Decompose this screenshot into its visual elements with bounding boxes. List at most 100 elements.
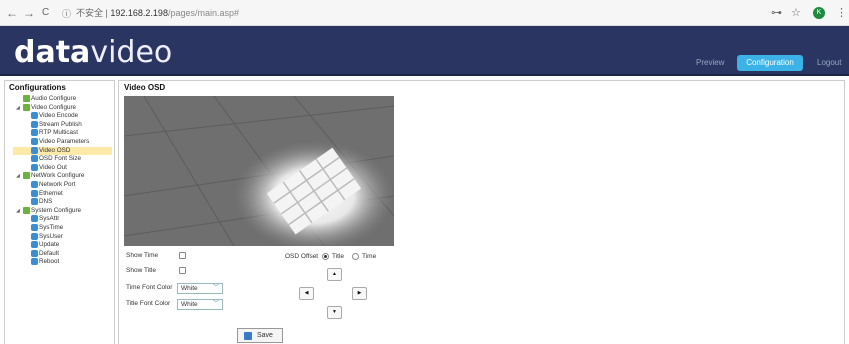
time-font-color-select[interactable]: White ﹀ (177, 283, 223, 294)
sidebar-item-reboot[interactable]: Reboot (31, 258, 59, 266)
sidebar-item-label: SysAttr (39, 215, 60, 223)
move-left-button[interactable]: ◀ (299, 287, 314, 300)
sidebar-item-label: NetWork Configure (31, 172, 85, 180)
key-icon[interactable]: ⊶ (771, 6, 782, 20)
sidebar-item-label: Video Encode (39, 112, 79, 120)
show-title-label: Show Title (126, 267, 156, 274)
nav-preview[interactable]: Preview (696, 58, 724, 68)
settings-icon (31, 129, 38, 137)
sidebar-item-audio-configure[interactable]: Audio Configure (23, 95, 76, 103)
move-down-button[interactable]: ▼ (327, 306, 342, 319)
save-disk-icon (244, 332, 252, 340)
title-font-color-select[interactable]: White ﹀ (177, 299, 223, 310)
folder-check-icon (23, 95, 30, 102)
settings-icon (31, 138, 38, 145)
sidebar-item-systime[interactable]: SysTime (31, 224, 63, 232)
sidebar-item-rtp-multicast[interactable]: RTP Multicast (31, 129, 78, 137)
settings-icon (31, 258, 38, 266)
sidebar-item-label: Default (39, 249, 59, 257)
nav-configuration[interactable]: Configuration (737, 55, 803, 71)
sidebar-item-network-port[interactable]: Network Port (31, 181, 75, 189)
sidebar-item-label: SysTime (39, 224, 64, 231)
expand-arrow-icon[interactable]: ◢ (16, 104, 20, 112)
move-right-button[interactable]: ▶ (352, 287, 367, 300)
chevron-down-icon: ﹀ (212, 301, 219, 307)
sidebar-item-label: OSD Font Size (39, 155, 81, 163)
expand-arrow-icon[interactable]: ◢ (16, 207, 20, 215)
sidebar-item-label: SysUser (39, 232, 63, 240)
page-title: Video OSD (124, 83, 166, 92)
sidebar-item-system-configure[interactable]: System Configure (23, 206, 82, 215)
sidebar-item-label: Video Out (39, 163, 67, 171)
folder-check-icon (23, 103, 30, 111)
settings-icon (31, 181, 38, 188)
settings-icon (31, 163, 38, 171)
show-time-label: Show Time (126, 252, 159, 259)
forward-icon[interactable]: → (23, 6, 35, 20)
security-label: 不安全 (76, 8, 104, 18)
show-title-checkbox[interactable] (179, 267, 186, 274)
sidebar-item-label: System Configure (31, 206, 82, 214)
sidebar-item-label: Update (39, 241, 60, 249)
settings-icon (31, 146, 38, 154)
settings-icon (31, 215, 38, 223)
settings-icon (31, 232, 38, 240)
profile-avatar[interactable]: K (813, 7, 825, 19)
settings-icon (31, 112, 38, 120)
sidebar-item-network-configure[interactable]: NetWork Configure (23, 172, 84, 180)
sidebar-item-update[interactable]: Update (31, 241, 59, 249)
show-time-checkbox[interactable] (179, 252, 186, 259)
offset-title-label: Title (332, 253, 345, 260)
sidebar-item-video-out[interactable]: Video Out (31, 163, 67, 172)
info-icon[interactable]: ⓘ (62, 7, 71, 21)
menu-icon[interactable]: ⋮ (836, 6, 847, 20)
datavideo-logo: datavideo (14, 35, 173, 70)
url-separator: | (105, 8, 108, 18)
settings-icon (31, 249, 38, 257)
sidebar-item-default[interactable]: Default (31, 249, 59, 258)
folder-check-icon (23, 206, 30, 214)
sidebar-item-video-configure[interactable]: Video Configure (23, 103, 77, 112)
settings-icon (31, 120, 38, 128)
sidebar-item-label: RTP Multicast (39, 129, 78, 137)
url-host: 192.168.2.198 (110, 8, 168, 18)
sidebar-item-video-parameters[interactable]: Video Parameters (31, 138, 89, 146)
sidebar-item-label: Audio Configure (31, 95, 77, 102)
move-up-button[interactable]: ▲ (327, 268, 342, 281)
sidebar-item-sysattr[interactable]: SysAttr (31, 215, 59, 223)
osd-offset-label: OSD Offset (285, 253, 319, 260)
sidebar-item-label: Reboot (39, 258, 60, 266)
settings-icon (31, 189, 38, 197)
folder-check-icon (23, 172, 30, 180)
settings-icon (31, 198, 38, 206)
sidebar-item-sysuser[interactable]: SysUser (31, 232, 63, 241)
sidebar-title: Configurations (9, 83, 66, 92)
reload-icon[interactable]: C (42, 6, 49, 20)
sidebar-item-label: DNS (39, 198, 53, 206)
time-font-color-label: Time Font Color (126, 284, 173, 291)
sidebar-item-label: Video Parameters (39, 138, 90, 145)
offset-time-radio[interactable] (352, 253, 359, 260)
offset-time-label: Time (362, 253, 377, 260)
sidebar-item-stream-publish[interactable]: Stream Publish (31, 120, 82, 129)
sidebar-item-label: Stream Publish (39, 120, 82, 128)
video-preview (124, 96, 394, 246)
video-frame-image (124, 96, 394, 246)
sidebar-item-dns[interactable]: DNS (31, 198, 52, 206)
nav-logout[interactable]: Logout (817, 58, 841, 68)
settings-icon (31, 224, 38, 231)
sidebar-item-label: Video Configure (31, 103, 77, 111)
sidebar-item-label: Network Port (39, 181, 76, 188)
sidebar-item-osd-font-size[interactable]: OSD Font Size (31, 155, 81, 163)
sidebar-item-ethernet[interactable]: Ethernet (31, 189, 63, 198)
back-icon[interactable]: ← (6, 6, 18, 20)
address-bar[interactable]: 不安全 | 192.168.2.198/pages/main.asp# (76, 7, 239, 19)
star-icon[interactable]: ☆ (791, 6, 801, 20)
offset-title-radio[interactable] (322, 253, 329, 260)
url-path: /pages/main.asp# (167, 8, 239, 18)
save-button[interactable]: Save (237, 328, 283, 343)
sidebar-item-video-encode[interactable]: Video Encode (31, 112, 78, 120)
title-font-color-label: Title Font Color (126, 300, 171, 307)
sidebar-item-video-osd[interactable]: Video OSD (13, 146, 112, 155)
expand-arrow-icon[interactable]: ◢ (16, 172, 20, 180)
